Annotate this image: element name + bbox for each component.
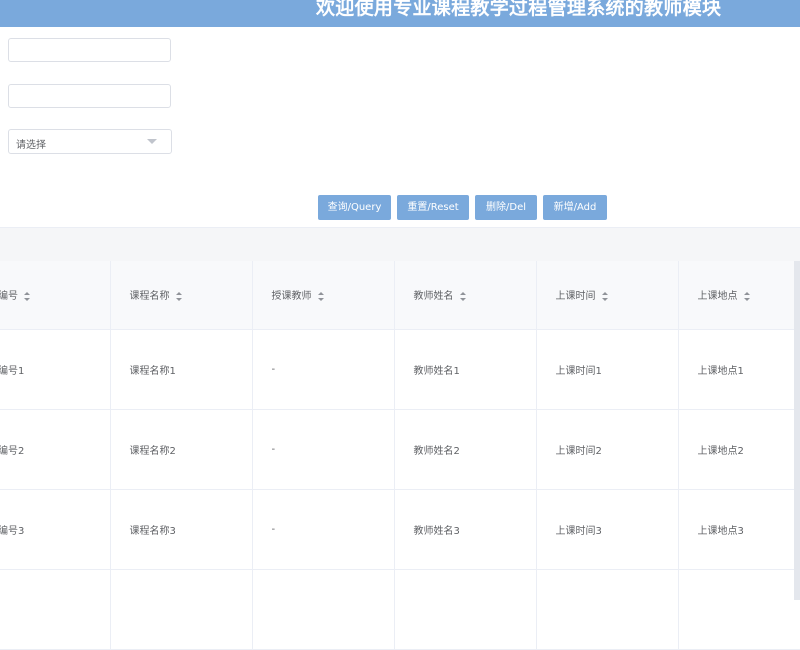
column-header-instructor[interactable]: 授课教师: [252, 261, 395, 330]
cell-teacher-name: [394, 569, 537, 650]
app-header: 欢迎使用专业课程教学过程管理系统的教师模块: [0, 0, 800, 27]
cell-course-name: [110, 569, 253, 650]
table-row[interactable]: [0, 569, 800, 650]
reset-button[interactable]: 重置/Reset: [397, 195, 469, 220]
sort-icon[interactable]: [459, 291, 467, 301]
search-input-2[interactable]: [8, 84, 171, 108]
add-button[interactable]: 新增/Add: [543, 195, 607, 220]
sort-icon[interactable]: [743, 291, 751, 301]
cell-class-time: 上课时间1: [536, 329, 679, 410]
cell-teacher-name: 教师姓名3: [394, 489, 537, 570]
cell-class-time: 上课时间3: [536, 489, 679, 570]
cell-course-id: 程编号2: [0, 409, 111, 490]
cell-course-name: 课程名称3: [110, 489, 253, 570]
column-header-course-id[interactable]: 程编号: [0, 261, 111, 330]
cell-location: 上课地点3: [678, 489, 800, 570]
column-header-label: 教师姓名: [413, 291, 454, 303]
page-title: 欢迎使用专业课程教学过程管理系统的教师模块: [316, 0, 722, 19]
cell-course-id: 程编号3: [0, 489, 111, 570]
cell-text: 程编号2: [0, 445, 25, 457]
table-row[interactable]: 程编号1 课程名称1 - 教师姓名1 上课时间1 上课地点1: [0, 329, 800, 410]
cell-location: 上课地点2: [678, 409, 800, 490]
table-row[interactable]: 程编号3 课程名称3 - 教师姓名3 上课时间3 上课地点3: [0, 489, 800, 570]
column-header-teacher-name[interactable]: 教师姓名: [394, 261, 537, 330]
cell-instructor: -: [252, 489, 395, 570]
table-row[interactable]: 程编号2 课程名称2 - 教师姓名2 上课时间2 上课地点2: [0, 409, 800, 490]
cell-text: 程编号1: [0, 365, 25, 377]
cell-teacher-name: 教师姓名1: [394, 329, 537, 410]
chevron-down-icon: [147, 139, 157, 144]
sort-icon[interactable]: [175, 291, 183, 301]
cell-location: [678, 569, 800, 650]
delete-button[interactable]: 删除/Del: [475, 195, 537, 220]
table-scrollbar[interactable]: [794, 261, 800, 600]
cell-teacher-name: 教师姓名2: [394, 409, 537, 490]
column-header-label: 上课地点: [697, 291, 738, 303]
filter-select[interactable]: 请选择: [8, 129, 172, 154]
cell-location: 上课地点1: [678, 329, 800, 410]
cell-course-name: 课程名称1: [110, 329, 253, 410]
sort-icon[interactable]: [601, 291, 609, 301]
column-header-course-name[interactable]: 课程名称: [110, 261, 253, 330]
column-header-label: 程编号: [0, 291, 18, 303]
cell-text: 程编号3: [0, 525, 25, 537]
cell-instructor: -: [252, 329, 395, 410]
column-header-location[interactable]: 上课地点: [678, 261, 800, 330]
cell-course-name: 课程名称2: [110, 409, 253, 490]
cell-class-time: 上课时间2: [536, 409, 679, 490]
sort-icon[interactable]: [317, 291, 325, 301]
table-header-row: 程编号 课程名称 授课教师 教师姓名 上课时间 上课地点: [0, 261, 800, 330]
select-placeholder: 请选择: [16, 140, 46, 151]
cell-instructor: -: [252, 409, 395, 490]
cell-instructor: [252, 569, 395, 650]
query-button[interactable]: 查询/Query: [318, 195, 391, 220]
search-input-1[interactable]: [8, 38, 171, 62]
cell-course-id: 程编号1: [0, 329, 111, 410]
column-header-label: 上课时间: [555, 291, 596, 303]
sort-icon[interactable]: [23, 291, 31, 301]
column-header-label: 课程名称: [129, 291, 170, 303]
data-table: 程编号 课程名称 授课教师 教师姓名 上课时间 上课地点 程编号1 课程名称1 …: [0, 261, 800, 650]
column-header-class-time[interactable]: 上课时间: [536, 261, 679, 330]
cell-course-id: [0, 569, 111, 650]
cell-class-time: [536, 569, 679, 650]
column-header-label: 授课教师: [271, 291, 312, 303]
